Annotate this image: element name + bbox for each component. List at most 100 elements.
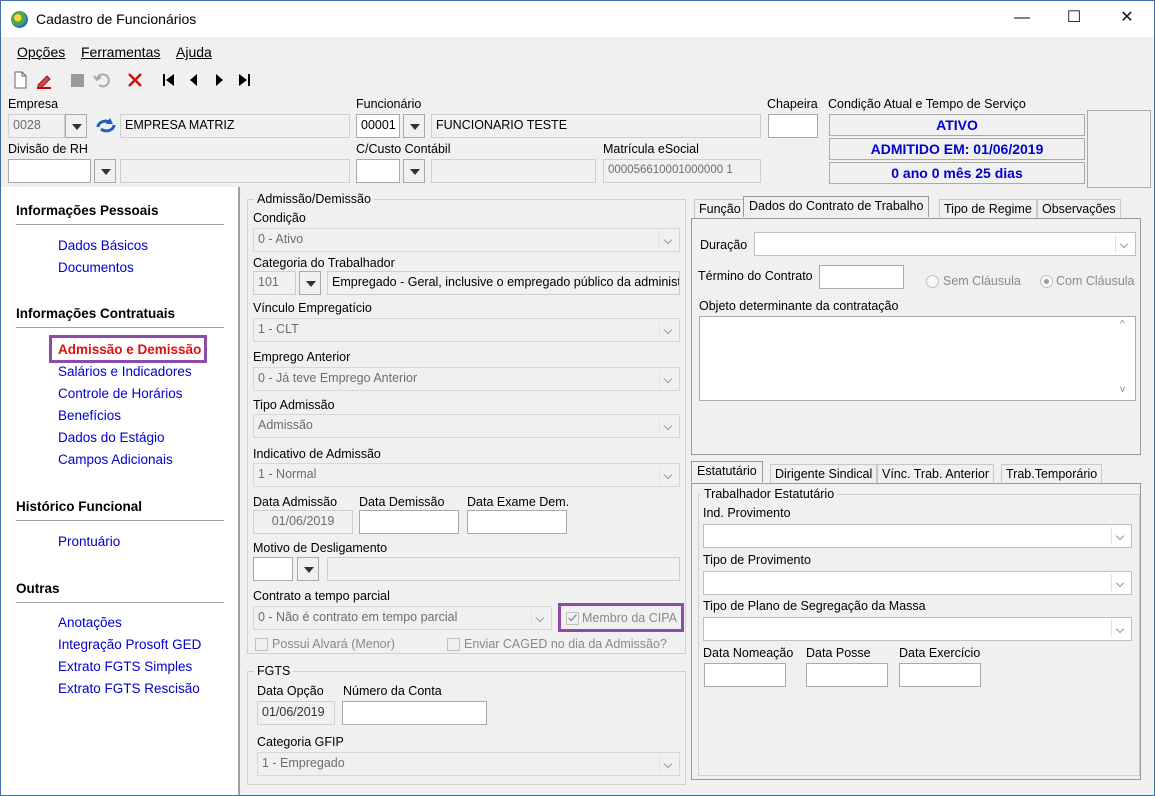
objeto-textarea[interactable] xyxy=(699,316,1136,401)
tab-funcao[interactable]: Função xyxy=(694,199,746,218)
tipo-admissao-select[interactable]: Admissão xyxy=(253,414,680,438)
save-icon[interactable] xyxy=(67,70,87,90)
duracao-select[interactable] xyxy=(754,232,1136,256)
tab-observacoes[interactable]: Observações xyxy=(1037,199,1121,218)
status-tempo-servico: 0 ano 0 mês 25 dias xyxy=(829,162,1085,184)
motivo-desc-field xyxy=(327,557,680,581)
edit-pencil-icon[interactable] xyxy=(34,70,54,90)
tipo-plano-label: Tipo de Plano de Segregação da Massa xyxy=(703,599,926,613)
divisao-dropdown-button[interactable] xyxy=(94,159,116,183)
sidebar-item-controle-horarios[interactable]: Controle de Horários xyxy=(58,386,183,401)
cipa-checkbox[interactable] xyxy=(566,612,579,625)
divider xyxy=(238,187,240,795)
data-nomeacao-field[interactable] xyxy=(704,663,786,687)
categoria-desc-field: Empregado - Geral, inclusive o empregado… xyxy=(327,271,680,295)
chevron-down-icon xyxy=(659,321,677,338)
motivo-dropdown-button[interactable] xyxy=(297,557,319,581)
sidebar-item-anotacoes[interactable]: Anotações xyxy=(58,615,122,630)
data-exercicio-field[interactable] xyxy=(899,663,981,687)
chevron-down-icon xyxy=(659,417,677,434)
indicativo-select[interactable]: 1 - Normal xyxy=(253,463,680,487)
empresa-dropdown-button[interactable] xyxy=(65,114,87,138)
photo-box[interactable] xyxy=(1087,110,1151,188)
undo-icon[interactable] xyxy=(92,70,112,90)
maximize-button[interactable]: ☐ xyxy=(1062,7,1086,29)
tipo-plano-select[interactable] xyxy=(703,617,1132,641)
tipo-provimento-label: Tipo de Provimento xyxy=(703,553,811,567)
emprego-anterior-select[interactable]: 0 - Já teve Emprego Anterior xyxy=(253,367,680,391)
motivo-code-field[interactable] xyxy=(253,557,293,581)
next-record-icon[interactable] xyxy=(209,70,229,90)
sidebar-item-prontuario[interactable]: Prontuário xyxy=(58,534,120,549)
termino-field[interactable] xyxy=(819,265,904,289)
data-admissao-field[interactable]: 01/06/2019 xyxy=(253,510,353,534)
menu-ajuda[interactable]: Ajuda xyxy=(176,44,212,60)
data-demissao-field[interactable] xyxy=(359,510,459,534)
vinculo-select[interactable]: 1 - CLT xyxy=(253,318,680,342)
scroll-down-icon[interactable]: v xyxy=(1120,384,1125,395)
com-clausula-radio[interactable] xyxy=(1040,275,1053,288)
divisao-field[interactable] xyxy=(8,159,91,183)
com-clausula-label: Com Cláusula xyxy=(1056,274,1135,288)
refresh-icon[interactable] xyxy=(94,115,118,137)
data-posse-label: Data Posse xyxy=(806,646,871,660)
data-posse-field[interactable] xyxy=(806,663,888,687)
ccusto-dropdown-button[interactable] xyxy=(403,159,425,183)
data-opcao-field[interactable]: 01/06/2019 xyxy=(257,701,335,725)
new-document-icon[interactable] xyxy=(10,70,30,90)
numero-conta-label: Número da Conta xyxy=(343,684,442,698)
tab-dados-contrato[interactable]: Dados do Contrato de Trabalho xyxy=(743,196,930,217)
numero-conta-field[interactable] xyxy=(342,701,487,725)
sidebar-item-dados-basicos[interactable]: Dados Básicos xyxy=(58,238,148,253)
ind-provimento-label: Ind. Provimento xyxy=(703,506,791,520)
funcionario-code-field[interactable]: 00001 xyxy=(356,114,400,138)
chapeira-field[interactable] xyxy=(768,114,818,138)
tab-estatutario[interactable]: Estatutário xyxy=(691,461,763,482)
caged-checkbox[interactable] xyxy=(447,638,460,651)
sidebar-section-pessoais: Informações Pessoais xyxy=(16,203,159,218)
scroll-up-icon[interactable]: ^ xyxy=(1120,319,1125,330)
close-button[interactable]: ✕ xyxy=(1115,7,1139,29)
tipo-provimento-select[interactable] xyxy=(703,571,1132,595)
empresa-code-field[interactable]: 0028 xyxy=(8,114,65,138)
last-record-icon[interactable] xyxy=(234,70,254,90)
duracao-label: Duração xyxy=(700,238,748,252)
tab-tipo-regime[interactable]: Tipo de Regime xyxy=(939,199,1037,218)
alvara-checkbox[interactable] xyxy=(255,638,268,651)
data-exame-field[interactable] xyxy=(467,510,567,534)
sidebar: Informações Pessoais Dados Básicos Docum… xyxy=(1,187,238,795)
parcial-select[interactable]: 0 - Não é contrato em tempo parcial xyxy=(253,606,552,630)
sidebar-item-documentos[interactable]: Documentos xyxy=(58,260,134,275)
delete-icon[interactable] xyxy=(125,70,145,90)
menu-ferramentas[interactable]: Ferramentas xyxy=(81,44,160,60)
sem-clausula-radio[interactable] xyxy=(926,275,939,288)
categoria-dropdown-button[interactable] xyxy=(299,271,321,295)
sidebar-item-dados-estagio[interactable]: Dados do Estágio xyxy=(58,430,165,445)
tab-vinc-trab-anterior[interactable]: Vínc. Trab. Anterior xyxy=(877,464,994,483)
categoria-gfip-label: Categoria GFIP xyxy=(257,735,344,749)
previous-record-icon[interactable] xyxy=(184,70,204,90)
ccusto-field[interactable] xyxy=(356,159,400,183)
minimize-button[interactable]: — xyxy=(1010,7,1034,29)
sidebar-section-contratuais: Informações Contratuais xyxy=(16,306,176,321)
indicativo-value: 1 - Normal xyxy=(258,467,317,481)
divider xyxy=(16,602,224,603)
sidebar-item-campos-adicionais[interactable]: Campos Adicionais xyxy=(58,452,173,467)
categoria-code-field[interactable]: 101 xyxy=(253,271,296,295)
sidebar-item-fgts-rescisao[interactable]: Extrato FGTS Rescisão xyxy=(58,681,200,696)
sidebar-item-prosoft-ged[interactable]: Integração Prosoft GED xyxy=(58,637,201,652)
status-ativo: ATIVO xyxy=(829,114,1085,136)
condicao-select[interactable]: 0 - Ativo xyxy=(253,228,680,252)
funcionario-dropdown-button[interactable] xyxy=(403,114,425,138)
ind-provimento-select[interactable] xyxy=(703,524,1132,548)
data-demissao-label: Data Demissão xyxy=(359,495,445,509)
first-record-icon[interactable] xyxy=(159,70,179,90)
tab-dirigente-sindical[interactable]: Dirigente Sindical xyxy=(770,464,878,483)
sidebar-item-beneficios[interactable]: Benefícios xyxy=(58,408,121,423)
menu-opcoes[interactable]: Opções xyxy=(17,44,65,60)
tab-trab-temporario[interactable]: Trab.Temporário xyxy=(1001,464,1103,483)
sidebar-item-salarios[interactable]: Salários e Indicadores xyxy=(58,364,192,379)
sidebar-item-fgts-simples[interactable]: Extrato FGTS Simples xyxy=(58,659,192,674)
sidebar-item-admissao-demissao[interactable]: Admissão e Demissão xyxy=(58,342,201,357)
categoria-gfip-select[interactable]: 1 - Empregado xyxy=(257,752,680,776)
